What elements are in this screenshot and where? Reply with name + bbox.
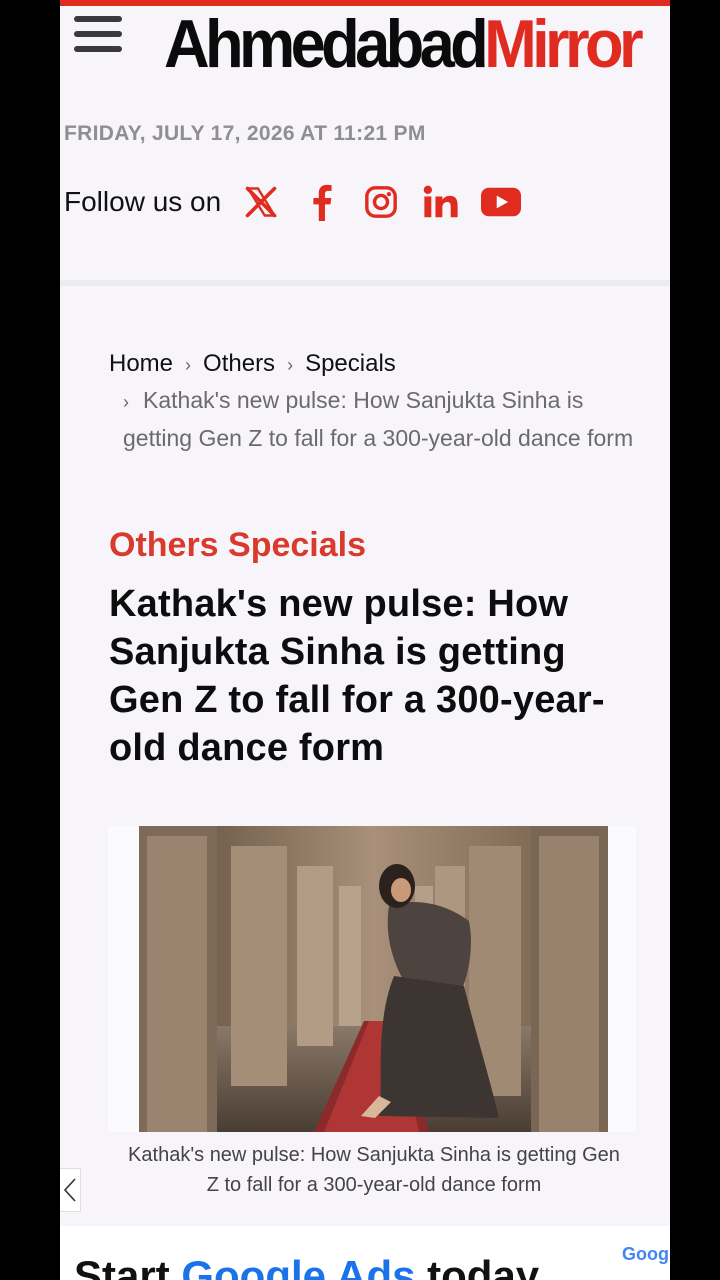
article-photo[interactable]: [139, 826, 608, 1132]
ad-text: Start Google Ads today: [74, 1252, 540, 1280]
linkedin-icon[interactable]: [421, 182, 461, 222]
menu-icon[interactable]: [74, 16, 124, 62]
breadcrumb-others[interactable]: Others: [203, 350, 275, 377]
facebook-icon[interactable]: [301, 182, 341, 222]
article-category[interactable]: Others Specials: [109, 526, 366, 565]
breadcrumb-separator: ›: [287, 355, 294, 375]
site-header: AhmedabadMirror: [60, 6, 670, 90]
page-frame: AhmedabadMirror FRIDAY, JULY 17, 2026 AT…: [60, 0, 670, 1280]
breadcrumb-current: › Kathak's new pulse: How Sanjukta Sinha …: [123, 382, 643, 456]
photo-caption: Kathak's new pulse: How Sanjukta Sinha i…: [128, 1144, 620, 1196]
breadcrumb-separator: ›: [185, 355, 192, 375]
breadcrumb: Home › Others › Specials: [109, 346, 649, 383]
article-headline: Kathak's new pulse: How Sanjukta Sinha i…: [109, 583, 605, 769]
instagram-icon[interactable]: [361, 182, 401, 222]
site-logo[interactable]: AhmedabadMirror: [164, 4, 644, 84]
breadcrumb-current-text: Kathak's new pulse: How Sanjukta Sinha i…: [123, 387, 634, 451]
follow-us-bar: Follow us on: [64, 180, 541, 224]
breadcrumb-home[interactable]: Home: [109, 350, 173, 377]
breadcrumb-separator: ›: [123, 392, 129, 412]
collapse-arrow-icon[interactable]: [60, 1168, 81, 1212]
x-icon[interactable]: [241, 182, 281, 222]
breadcrumb-specials[interactable]: Specials: [305, 350, 396, 377]
current-date: FRIDAY, JULY 17, 2026 AT 11:21 PM: [64, 122, 426, 145]
google-logo: Goog: [622, 1244, 669, 1264]
follow-label: Follow us on: [64, 186, 222, 217]
header-divider: [60, 280, 670, 286]
youtube-icon[interactable]: [481, 182, 522, 222]
ad-banner[interactable]: Start Google Ads today Goog: [60, 1226, 670, 1280]
